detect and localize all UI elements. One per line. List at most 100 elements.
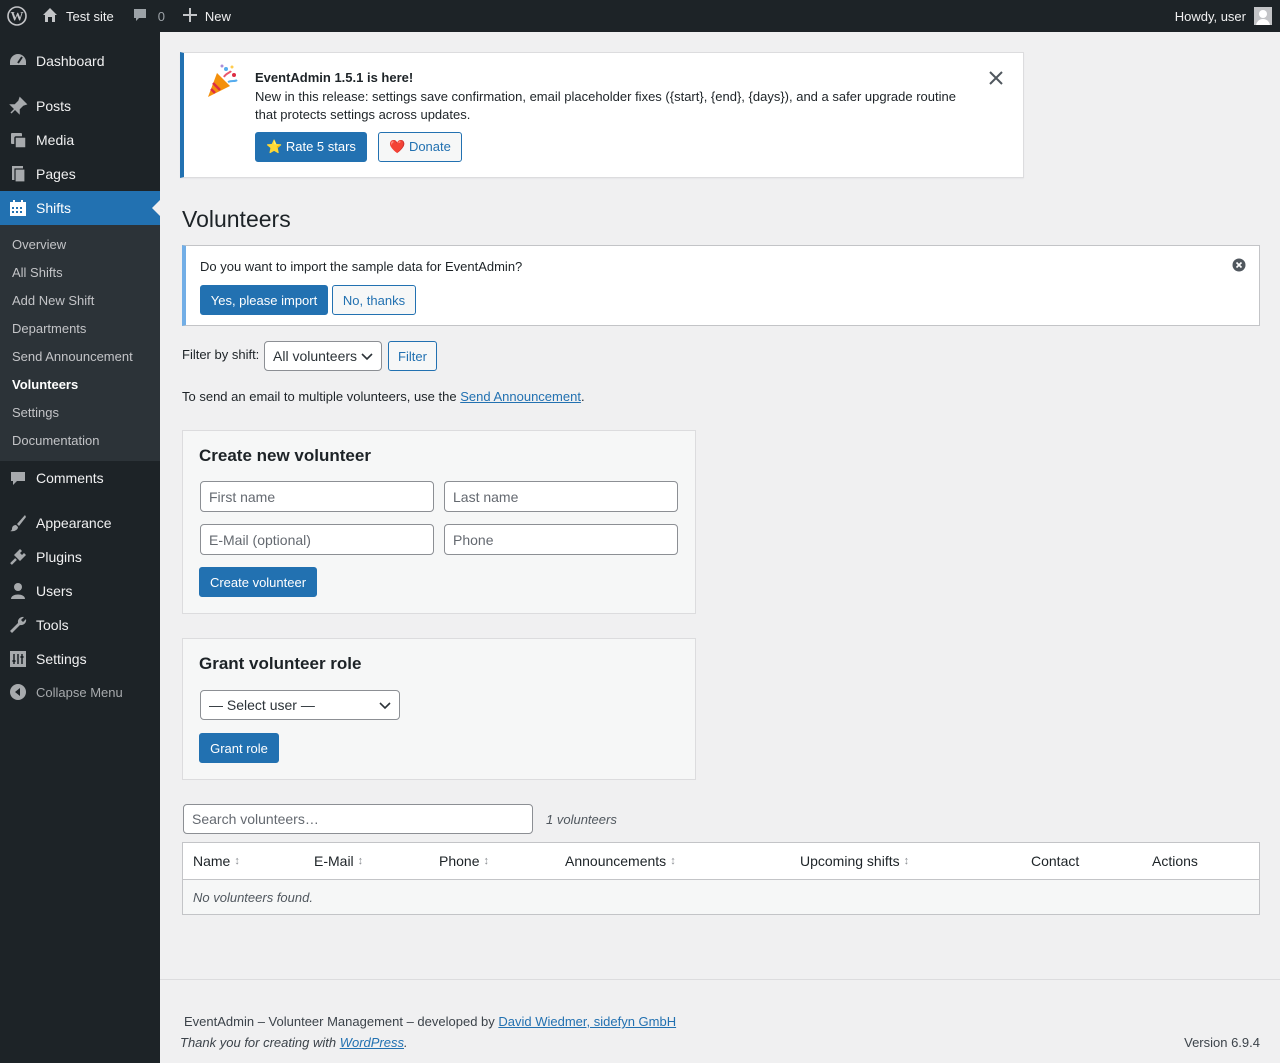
plus-icon [182,7,197,25]
home-icon [42,7,58,26]
new-label: New [204,8,231,24]
import-yes-button[interactable]: Yes, please import [200,285,328,315]
site-name-link[interactable]: Test site [42,0,114,32]
sidebar-item-media[interactable]: Media [0,123,160,157]
create-volunteer-button[interactable]: Create volunteer [199,567,317,597]
pages-icon [0,164,36,184]
shifts-submenu: Overview All Shifts Add New Shift Depart… [0,225,160,461]
new-content-link[interactable]: New [182,0,231,32]
party-popper-icon [204,63,240,102]
sidebar-item-pages[interactable]: Pages [0,157,160,191]
filter-label: Filter by shift: [182,347,260,362]
plugin-credit: EventAdmin – Volunteer Management – deve… [184,1014,677,1029]
import-no-button[interactable]: No, thanks [332,285,416,315]
shift-filter-select[interactable]: All volunteers [264,341,382,371]
chevron-down-icon [379,697,391,713]
sort-icon: ↕ [483,855,489,867]
wordpress-link[interactable]: WordPress [340,1035,404,1050]
first-name-field[interactable] [200,481,434,512]
greeting: Howdy, user [1174,8,1246,24]
sidebar-item-users[interactable]: Users [0,574,160,608]
submenu-item-settings[interactable]: Settings [12,405,59,420]
sidebar-item-dashboard[interactable]: Dashboard [0,44,160,78]
calendar-icon [0,198,36,218]
svg-text:W: W [11,9,24,24]
settings-icon [0,649,36,669]
sort-icon: ↕ [357,855,364,867]
sidebar-item-posts[interactable]: Posts [0,89,160,123]
sort-icon: ↕ [670,855,676,867]
footer-divider [160,979,1280,980]
submenu-item-documentation[interactable]: Documentation [12,433,99,448]
wordpress-logo-icon[interactable]: W [0,0,34,32]
comments-count: 0 [157,8,165,24]
wrench-icon [0,615,36,635]
volunteers-table: Name ↕ E-Mail ↕ Phone ↕ Announcements ↕ Upco… [182,842,1260,915]
sort-icon: ↕ [903,855,910,867]
sidebar-item-appearance[interactable]: Appearance [0,506,160,540]
dismiss-icon[interactable] [1232,258,1246,275]
submenu-item-all-shifts[interactable]: All Shifts [12,265,63,280]
grant-role-panel: Grant volunteer role — Select user — Gra… [182,638,696,780]
admin-bar: W Test site 0 New Howdy, user [0,0,1280,32]
column-header-contact: Contact [1031,853,1080,869]
import-notice-text: Do you want to import the sample data fo… [200,259,523,274]
collapse-menu-button[interactable]: Collapse Menu [0,675,160,709]
donate-button[interactable]: ❤️ Donate [378,132,462,162]
phone-field[interactable] [444,524,678,555]
last-name-field[interactable] [444,481,678,512]
select-user-dropdown[interactable]: — Select user — [200,690,400,720]
shift-filter-value: All volunteers [273,348,358,364]
table-empty-row: No volunteers found. [183,880,1259,914]
submenu-item-overview[interactable]: Overview [12,237,66,252]
comment-icon [0,468,36,488]
footer-version: Version 6.9.4 [1184,1035,1260,1050]
import-notice: Do you want to import the sample data fo… [182,245,1260,326]
submenu-item-send-announcement[interactable]: Send Announcement [12,349,133,364]
comments-link[interactable]: 0 [132,0,165,32]
page-title: Volunteers [182,206,291,232]
sidebar-item-tools[interactable]: Tools [0,608,160,642]
column-header-email[interactable]: E-Mail ↕ [314,843,363,879]
pin-icon [0,96,36,116]
developer-link[interactable]: David Wiedmer, sidefyn GmbH [498,1014,676,1029]
close-icon[interactable] [987,69,1005,87]
my-account[interactable]: Howdy, user [1175,0,1272,32]
user-icon [0,581,36,601]
update-notice-title: EventAdmin 1.5.1 is here! [255,70,414,85]
search-input[interactable] [183,804,533,834]
sort-icon: ↕ [234,855,240,867]
column-header-announcements[interactable]: Announcements ↕ [565,843,676,879]
update-notice: EventAdmin 1.5.1 is here! New in this re… [180,52,1024,178]
select-user-value: — Select user — [209,697,315,713]
filter-button[interactable]: Filter [388,341,437,371]
comment-icon [132,7,148,26]
column-header-upcoming-shifts[interactable]: Upcoming shifts ↕ [800,843,909,879]
announcement-info: To send an email to multiple volunteers,… [182,389,585,404]
sidebar-item-settings[interactable]: Settings [0,642,160,676]
send-announcement-link[interactable]: Send Announcement [460,389,581,404]
column-header-phone[interactable]: Phone ↕ [439,843,489,879]
grant-role-button[interactable]: Grant role [199,733,279,763]
grant-panel-title: Grant volunteer role [199,654,362,673]
sidebar-item-comments[interactable]: Comments [0,461,160,495]
submenu-item-departments[interactable]: Departments [12,321,86,336]
site-name: Test site [66,8,114,24]
create-panel-title: Create new volunteer [199,446,371,465]
column-header-actions: Actions [1152,853,1198,869]
sidebar-item-shifts[interactable]: Shifts [0,191,160,225]
update-notice-text: New in this release: settings save confi… [255,89,956,122]
volunteer-count: 1 volunteers [546,812,617,827]
plug-icon [0,547,36,567]
column-header-name[interactable]: Name ↕ [193,843,240,879]
email-field[interactable] [200,524,434,555]
submenu-item-add-new-shift[interactable]: Add New Shift [12,293,94,308]
sidebar-item-plugins[interactable]: Plugins [0,540,160,574]
chevron-down-icon [361,348,373,364]
create-volunteer-panel: Create new volunteer Create volunteer [182,430,696,614]
admin-sidebar: Dashboard Posts Media Pages Shifts Overv… [0,32,160,1063]
rate-button[interactable]: ⭐ Rate 5 stars [255,132,367,162]
brush-icon [0,513,36,533]
submenu-item-volunteers[interactable]: Volunteers [12,377,78,392]
footer-thanks: Thank you for creating with WordPress. [180,1035,408,1050]
